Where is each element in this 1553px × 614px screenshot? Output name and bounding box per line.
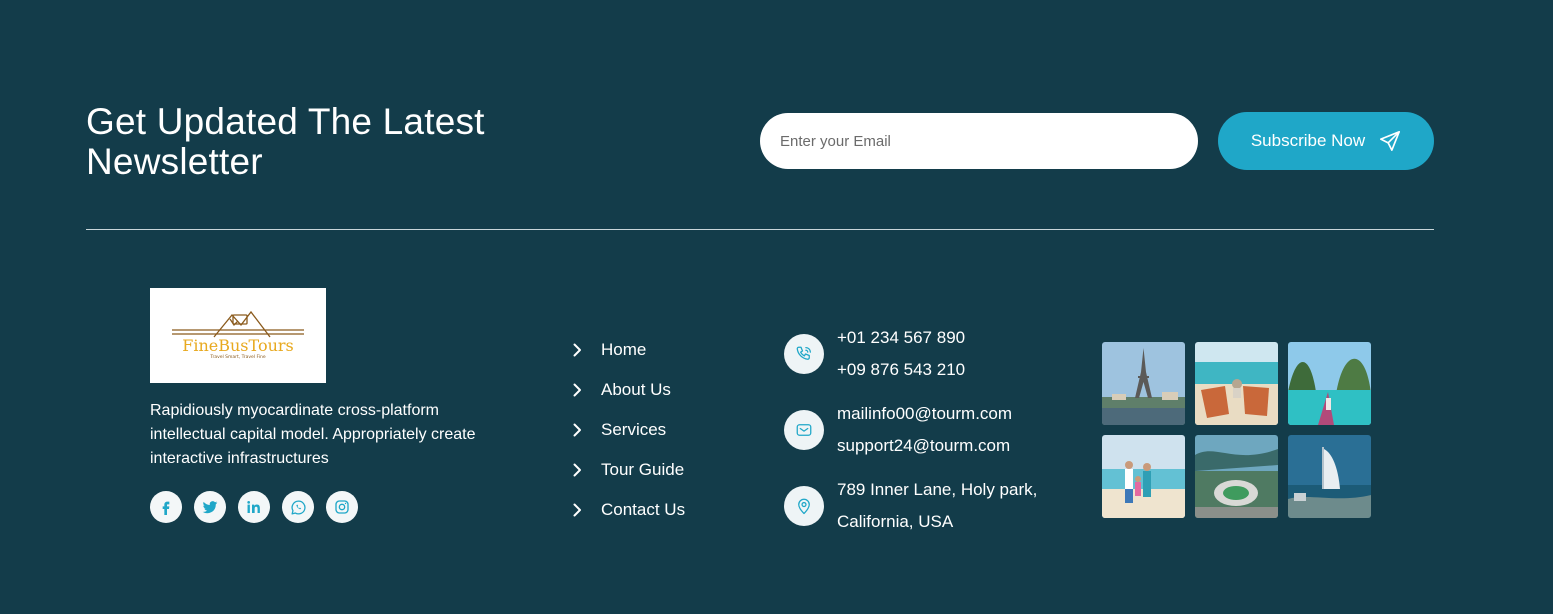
chevron-right-icon bbox=[570, 503, 584, 517]
svg-text:Travel Smart, Travel Fine: Travel Smart, Travel Fine bbox=[209, 354, 265, 360]
footer-link-label: Tour Guide bbox=[601, 460, 685, 479]
footer-link-label: Services bbox=[601, 420, 667, 439]
chevron-right-icon bbox=[570, 383, 584, 397]
footer-link-label: About Us bbox=[601, 380, 671, 399]
footer-about-text: Rapidiously myocardinate cross-platform … bbox=[150, 402, 476, 467]
subscribe-button[interactable]: Subscribe Now bbox=[1218, 112, 1434, 170]
facebook-icon bbox=[158, 499, 174, 515]
email-input[interactable] bbox=[760, 113, 1198, 169]
twitter-link[interactable] bbox=[194, 491, 226, 523]
address-line: California, USA bbox=[837, 512, 954, 531]
footer-link-services[interactable]: Services bbox=[570, 410, 685, 450]
footer-links: Home About Us Services Tour Guide Contac… bbox=[570, 330, 685, 530]
instagram-link[interactable] bbox=[326, 491, 358, 523]
phone-number[interactable]: +09 876 543 210 bbox=[837, 359, 965, 381]
chevron-right-icon bbox=[570, 463, 584, 477]
whatsapp-link[interactable] bbox=[282, 491, 314, 523]
whatsapp-icon bbox=[290, 499, 307, 516]
email-address[interactable]: support24@tourm.com bbox=[837, 435, 1010, 457]
gallery-image-aerial-stadium-coast[interactable] bbox=[1195, 435, 1278, 518]
company-logo[interactable]: FineBusTours Travel Smart, Travel Fine bbox=[150, 288, 326, 383]
linkedin-icon bbox=[246, 499, 262, 515]
gallery-image-family-on-beach[interactable] bbox=[1102, 435, 1185, 518]
subscribe-button-label: Subscribe Now bbox=[1250, 131, 1366, 150]
newsletter-title: Get Updated The Latest Newsletter bbox=[86, 101, 485, 182]
instagram-icon bbox=[334, 499, 350, 515]
gallery-image-beach-loungers[interactable] bbox=[1195, 342, 1278, 425]
footer-link-about-us[interactable]: About Us bbox=[570, 370, 685, 410]
location-pin-icon bbox=[784, 486, 824, 526]
footer-link-home[interactable]: Home bbox=[570, 330, 685, 370]
footer-link-label: Contact Us bbox=[601, 500, 686, 519]
chevron-right-icon bbox=[570, 343, 584, 357]
instagram-gallery bbox=[1102, 342, 1371, 518]
send-icon bbox=[1379, 130, 1401, 152]
facebook-link[interactable] bbox=[150, 491, 182, 523]
chevron-right-icon bbox=[570, 423, 584, 437]
gallery-image-eiffel-tower[interactable] bbox=[1102, 342, 1185, 425]
address-line: 789 Inner Lane, Holy park, bbox=[837, 480, 1038, 499]
gallery-image-longtail-boat-islands[interactable] bbox=[1288, 342, 1371, 425]
svg-text:FineBusTours: FineBusTours bbox=[182, 336, 294, 355]
footer-link-tour-guide[interactable]: Tour Guide bbox=[570, 450, 685, 490]
footer-link-contact-us[interactable]: Contact Us bbox=[570, 490, 685, 530]
twitter-icon bbox=[202, 499, 218, 515]
email-address[interactable]: mailinfo00@tourm.com bbox=[837, 403, 1012, 425]
footer-link-label: Home bbox=[601, 340, 647, 359]
section-divider bbox=[86, 229, 1434, 230]
gallery-image-burj-al-arab[interactable] bbox=[1288, 435, 1371, 518]
social-links bbox=[150, 491, 358, 523]
phone-number[interactable]: +01 234 567 890 bbox=[837, 327, 965, 349]
phone-icon bbox=[784, 334, 824, 374]
mail-icon bbox=[784, 410, 824, 450]
linkedin-link[interactable] bbox=[238, 491, 270, 523]
